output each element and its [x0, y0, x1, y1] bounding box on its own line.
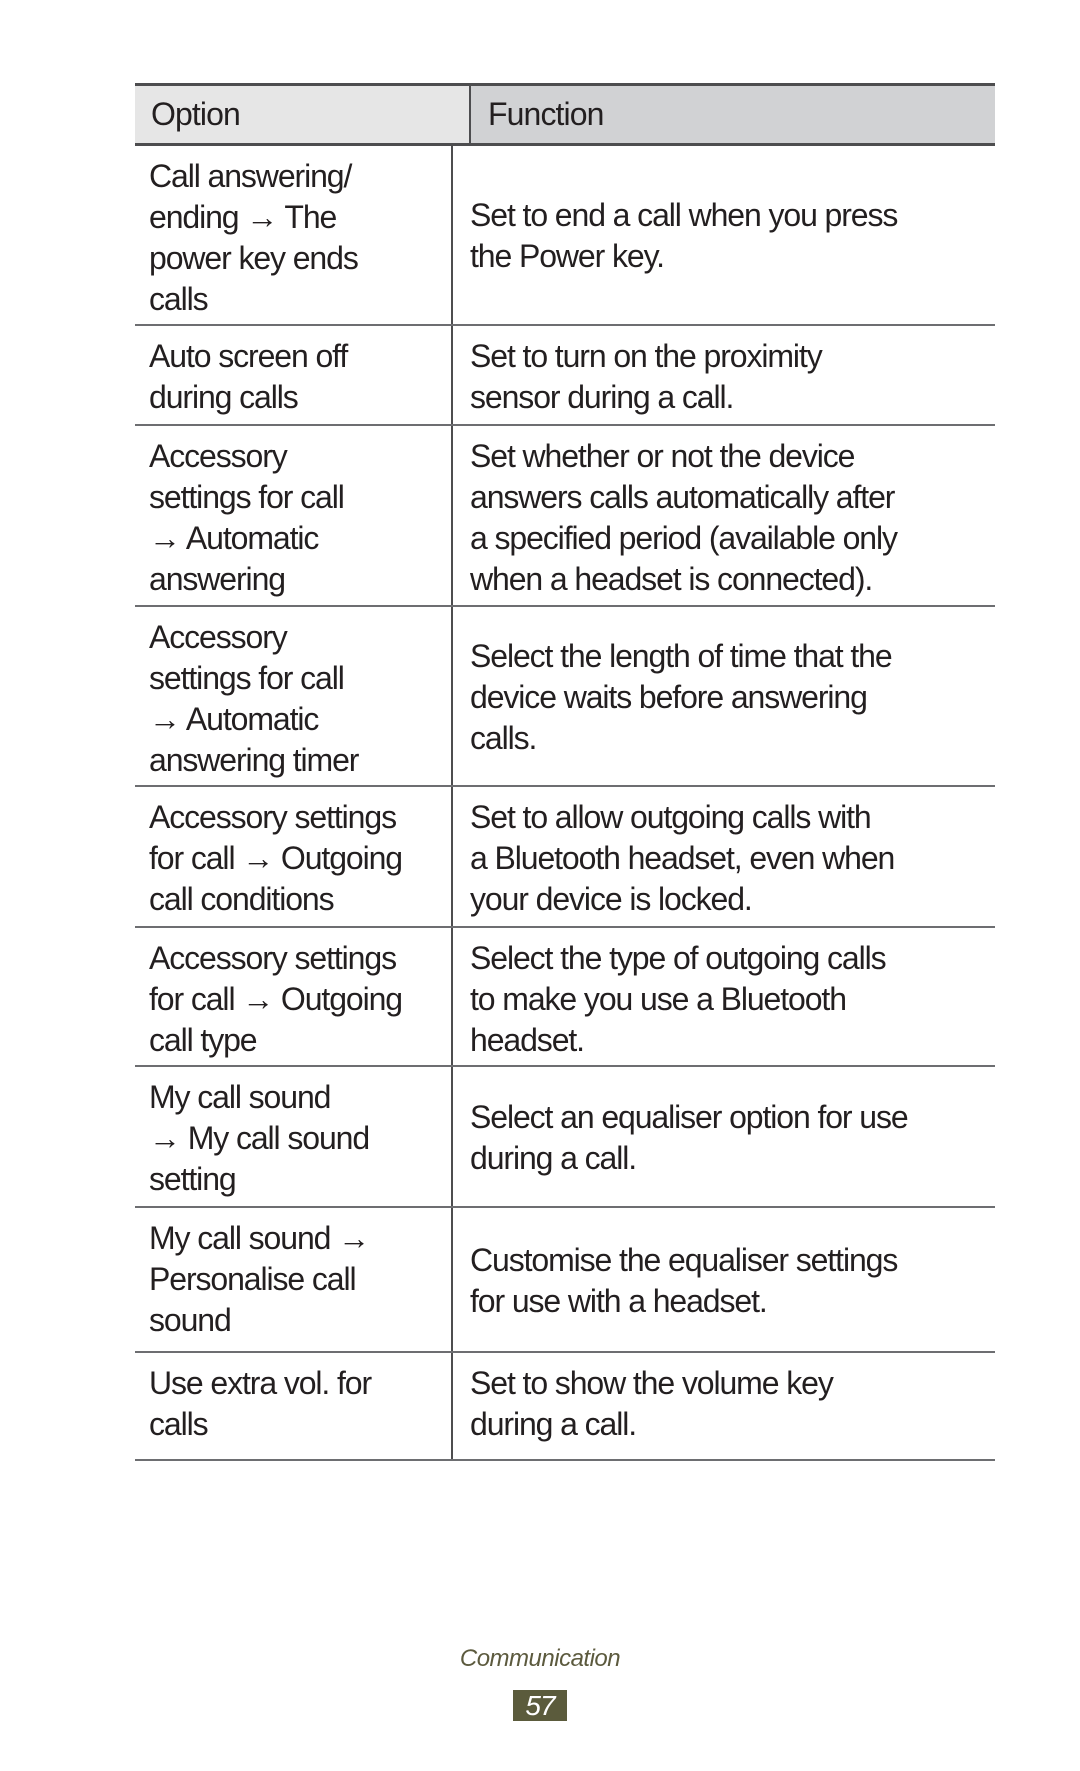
header-option: Option: [135, 86, 471, 143]
function-cell: Set to allow outgoing calls with a Bluet…: [470, 799, 895, 917]
table-header-row: Option Function: [135, 86, 995, 146]
option-cell: Accessory settings for call → Automatic …: [149, 438, 345, 597]
function-cell: Set whether or not the device answers ca…: [470, 438, 898, 597]
function-cell: Customise the equaliser settings for use…: [470, 1241, 898, 1319]
table-row: My call sound → Personalise call sound C…: [135, 1208, 995, 1353]
option-cell: Call answering/ ending → The power key e…: [149, 158, 359, 317]
table-row: Accessory settings for call → Outgoing c…: [135, 787, 995, 928]
function-cell: Set to end a call when you press the Pow…: [470, 197, 898, 274]
table-row: Accessory settings for call → Outgoing c…: [135, 928, 995, 1067]
options-table: Option Function Call answering/ ending →…: [135, 83, 995, 1461]
table-row: My call sound → My call sound setting Se…: [135, 1067, 995, 1208]
header-function: Function: [471, 86, 995, 143]
option-cell: My call sound → Personalise call sound: [149, 1220, 370, 1338]
function-cell: Set to turn on the proximity sensor duri…: [470, 338, 823, 415]
table-row: Use extra vol. for calls Set to show the…: [135, 1353, 995, 1461]
function-cell: Set to show the volume key during a call…: [470, 1365, 834, 1442]
table-row: Accessory settings for call → Automatic …: [135, 607, 995, 787]
page-number: 57: [513, 1690, 567, 1721]
function-cell: Select the type of outgoing calls to mak…: [470, 940, 887, 1058]
option-cell: Auto screen off during calls: [149, 338, 348, 415]
option-cell: Accessory settings for call → Outgoing c…: [149, 799, 403, 917]
option-cell: Accessory settings for call → Automatic …: [149, 619, 359, 778]
option-cell: Use extra vol. for calls: [149, 1365, 372, 1442]
table-row: Accessory settings for call → Automatic …: [135, 426, 995, 607]
table-row: Call answering/ ending → The power key e…: [135, 146, 995, 326]
option-cell: Accessory settings for call → Outgoing c…: [149, 940, 403, 1058]
function-cell: Select the length of time that the devic…: [470, 637, 893, 756]
option-cell: My call sound → My call sound setting: [149, 1079, 370, 1197]
table-row: Auto screen off during calls Set to turn…: [135, 326, 995, 426]
section-title: Communication: [459, 1645, 621, 1672]
function-cell: Select an equaliser option for use durin…: [470, 1098, 909, 1176]
